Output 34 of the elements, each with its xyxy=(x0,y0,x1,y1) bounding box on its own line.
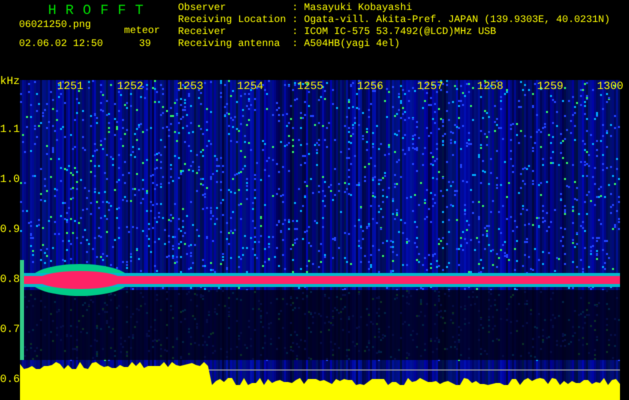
time-label: 1255 xyxy=(297,81,324,93)
time-label: 1251 xyxy=(57,81,84,93)
file-name: 06021250.png xyxy=(19,20,92,31)
info-label: Receiving antenna xyxy=(178,39,282,51)
meteor-count: 39 xyxy=(139,39,152,50)
axis-label: 0.6 xyxy=(0,374,20,386)
axis-label: 0.9 xyxy=(0,224,20,236)
info-value: A504HB(yagi 4el) xyxy=(304,39,402,51)
time-label: 1258 xyxy=(477,81,504,93)
timestamp: 02.06.02 12:50 xyxy=(19,39,104,50)
info-value: Ogata-vill. Akita-Pref. JAPAN (139.9303E, 40.0231N) xyxy=(304,15,610,26)
time-label: 1253 xyxy=(177,81,204,93)
axis-label: 0.7 xyxy=(0,324,20,336)
app-title: HROFFT xyxy=(48,3,152,19)
info-separator: : xyxy=(292,27,298,39)
axis-label: 1.1 xyxy=(0,124,20,136)
axis-label: 0.8 xyxy=(0,274,20,286)
time-label: 1300 xyxy=(597,81,624,93)
info-label: Receiving Location xyxy=(178,15,286,26)
axis-unit: kHz xyxy=(0,76,20,88)
info-separator: : xyxy=(292,3,298,15)
info-value: Masayuki Kobayashi xyxy=(304,3,414,14)
info-value: ICOM IC-575 53.7492(@LCD)MHz USB xyxy=(304,27,498,38)
axis-label: 1.0 xyxy=(0,174,20,186)
time-label: 1256 xyxy=(357,81,384,93)
info-label: Observer xyxy=(178,3,228,14)
time-label: 1254 xyxy=(237,81,264,93)
info-label: Receiver xyxy=(178,27,228,38)
info-separator: : xyxy=(292,15,298,27)
meteor-label: meteor xyxy=(124,26,160,37)
time-label: 1257 xyxy=(417,81,444,93)
time-label: 1259 xyxy=(537,81,564,93)
info-separator: : xyxy=(292,39,298,51)
time-label: 1252 xyxy=(117,81,144,93)
